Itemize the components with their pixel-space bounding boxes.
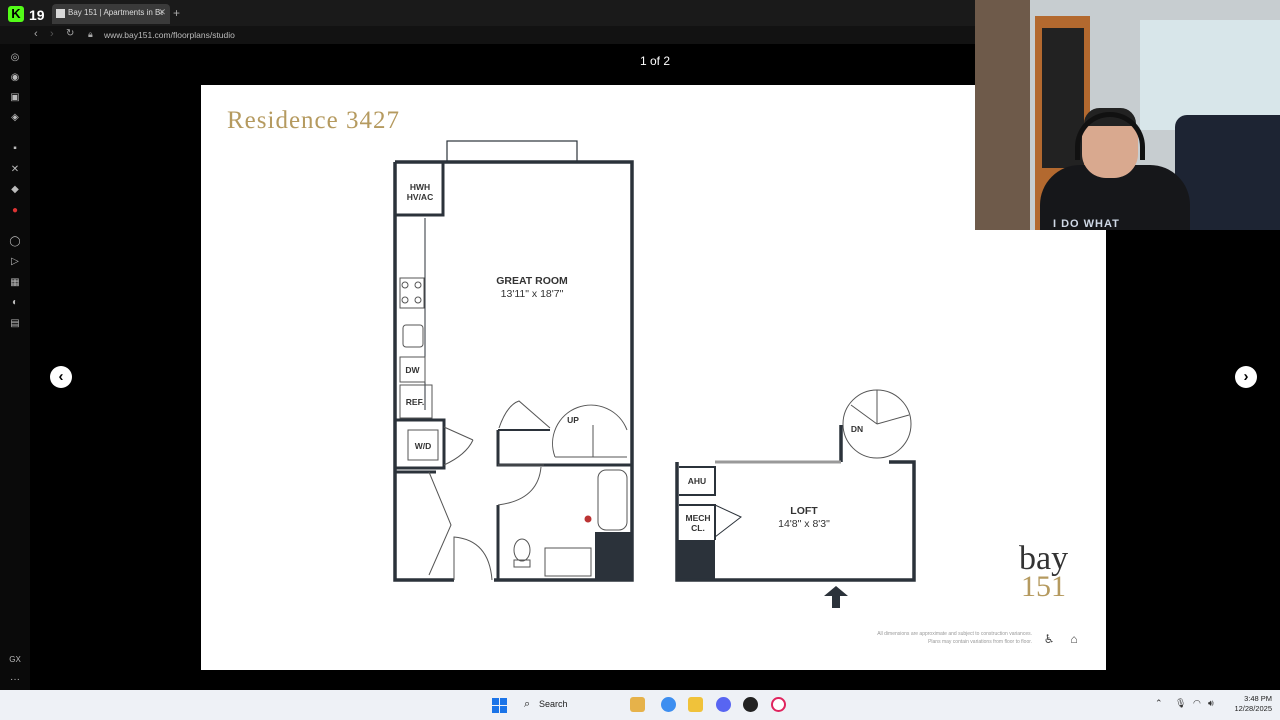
- dn-label: DN: [850, 424, 864, 434]
- loft-shaft: [677, 540, 715, 580]
- loft-dims: 14'8" x 8'3": [778, 518, 830, 530]
- cl-text: CL.: [691, 523, 705, 533]
- tab-favicon-icon: [56, 9, 65, 18]
- equal-housing-icon: ⌂: [1070, 632, 1078, 646]
- hvac-text: HV/AC: [406, 192, 434, 202]
- bath-wall: [496, 430, 632, 467]
- lock-icon: 🔒︎: [88, 29, 93, 39]
- taskbar: ⌕ Search ⌃ 🎙︎ ◠ 🔊︎ 3:48 PM 12/28/2025: [0, 690, 1280, 720]
- discord-icon[interactable]: [716, 697, 731, 712]
- url-field[interactable]: www.bay151.com/floorplans/studio: [104, 30, 235, 40]
- accessibility-icon: ♿︎: [1043, 632, 1055, 646]
- bitwarden-icon[interactable]: ◆: [9, 184, 21, 196]
- floor-drain-marker: [584, 515, 592, 523]
- whatsapp-icon[interactable]: ◎: [9, 52, 21, 64]
- disclaimer-line-2: Plans may contain variations from floor …: [928, 639, 1032, 645]
- great-room-label: GREAT ROOM 13'11" x 18'7": [482, 275, 582, 301]
- map-icon[interactable]: ▦: [9, 277, 21, 289]
- shaft: [595, 532, 633, 580]
- new-tab-icon[interactable]: +: [173, 6, 180, 20]
- bay151-logo-word: bay: [1019, 540, 1069, 577]
- x-icon[interactable]: ✕: [9, 164, 21, 176]
- up-label: UP: [567, 415, 579, 425]
- floorplan-card: Residence 3427 GREAT ROOM 13'11" x 18'7"…: [201, 85, 1106, 670]
- closet: [975, 0, 1030, 230]
- toilet: [513, 538, 531, 562]
- prev-arrow-icon[interactable]: ‹: [50, 366, 72, 388]
- kick-logo-icon[interactable]: K: [8, 6, 24, 22]
- widget-icon[interactable]: [630, 697, 645, 712]
- opera-gx-icon[interactable]: [771, 697, 786, 712]
- search-icon: ⌕: [524, 698, 531, 710]
- instagram-icon[interactable]: ◈: [9, 112, 21, 124]
- bay151-logo-number: 151: [1021, 570, 1066, 603]
- bed: [1175, 115, 1280, 230]
- system-clock[interactable]: 3:48 PM 12/28/2025: [1222, 694, 1272, 714]
- microphone-icon[interactable]: 🎙︎: [1175, 698, 1186, 709]
- notification-count: 19: [29, 7, 45, 23]
- disclaimer-line-1: All dimensions are approximate and subje…: [877, 631, 1032, 637]
- wifi-icon[interactable]: ◠: [1193, 698, 1201, 709]
- calendar-icon[interactable]: ▤: [9, 318, 21, 330]
- ref-label: REF.: [405, 397, 425, 407]
- hwh-text: HWH: [409, 182, 431, 192]
- mech-label: MECH CL.: [680, 513, 716, 533]
- next-arrow-icon[interactable]: ›: [1235, 366, 1257, 388]
- more-icon[interactable]: ···: [9, 674, 21, 686]
- back-icon[interactable]: ‹: [34, 28, 38, 40]
- search-label: Search: [539, 699, 568, 709]
- balcony: [446, 140, 578, 163]
- copilot-icon[interactable]: [661, 697, 676, 712]
- twitch-icon[interactable]: ▪: [9, 143, 21, 155]
- file-explorer-icon[interactable]: [688, 697, 703, 712]
- speaker-icon[interactable]: ◐: [9, 297, 21, 309]
- browser-sidebar: ◎ ◉ ▣ ◈ ▪ ✕ ◆ ● ◯ ▷ ▦ ◐ ▤ GX ···: [0, 44, 30, 690]
- great-room-dims: 13'11" x 18'7": [500, 288, 564, 300]
- window: [1140, 20, 1280, 130]
- discord-icon[interactable]: ◉: [9, 72, 21, 84]
- tab-title: Bay 151 | Apartments in Bel: [68, 8, 163, 17]
- windows-start-icon[interactable]: [492, 698, 507, 713]
- ahu-label: AHU: [687, 476, 707, 486]
- bathtub: [597, 469, 628, 531]
- great-room-name: GREAT ROOM: [496, 275, 568, 287]
- messenger-icon[interactable]: ▣: [9, 92, 21, 104]
- unit-outer-wall: [395, 160, 634, 582]
- reload-icon[interactable]: ↻: [66, 28, 74, 39]
- loft-label: LOFT 14'8" x 8'3": [754, 505, 854, 531]
- disclaimer: All dimensions are approximate and subje…: [841, 630, 1032, 646]
- loft-name: LOFT: [790, 505, 818, 517]
- webcam-overlay: I DO WHAT: [975, 0, 1280, 230]
- hwh-label: HWH HV/AC: [400, 182, 440, 202]
- sink: [402, 324, 424, 348]
- volume-icon[interactable]: 🔊︎: [1208, 698, 1214, 709]
- shirt-text: I DO WHAT: [1053, 218, 1120, 230]
- extension-icon[interactable]: ●: [9, 205, 21, 217]
- clock-time: 3:48 PM: [1244, 694, 1272, 703]
- vanity: [544, 547, 592, 577]
- browser-tab[interactable]: Bay 151 | Apartments in Bel ✕: [52, 4, 170, 24]
- slide-counter: 1 of 2: [639, 54, 671, 68]
- mech-text: MECH: [685, 513, 711, 523]
- clock-date: 12/28/2025: [1234, 704, 1272, 713]
- browser-tab-bar: K 19 Bay 151 | Apartments in Bel ✕ +: [0, 0, 975, 26]
- gx-icon[interactable]: GX: [9, 654, 21, 666]
- wd-label: W/D: [414, 441, 432, 451]
- tray-expand-icon[interactable]: ⌃: [1155, 698, 1163, 709]
- address-bar: ‹ › ↻ 🔒︎ www.bay151.com/floorplans/studi…: [0, 26, 975, 44]
- entry-arrow-icon: [824, 586, 848, 608]
- tab-close-icon[interactable]: ✕: [158, 7, 166, 18]
- player-icon[interactable]: ◯: [9, 236, 21, 248]
- send-icon[interactable]: ▷: [9, 256, 21, 268]
- obs-icon[interactable]: [743, 697, 758, 712]
- floorplan-drawing: [393, 140, 916, 608]
- dw-label: DW: [405, 365, 420, 375]
- forward-icon[interactable]: ›: [50, 28, 54, 40]
